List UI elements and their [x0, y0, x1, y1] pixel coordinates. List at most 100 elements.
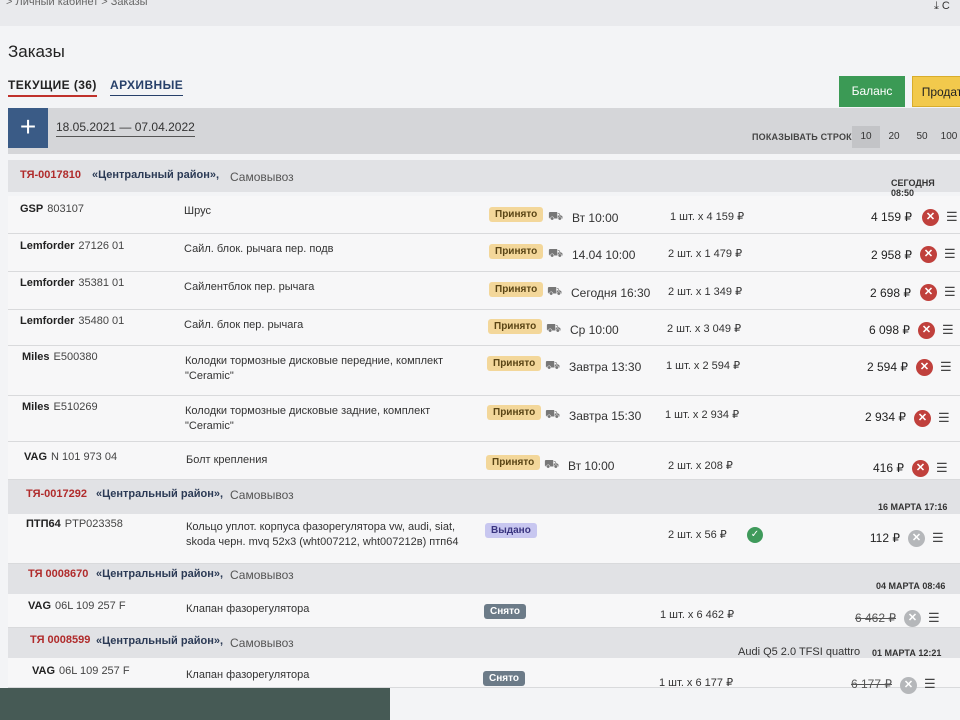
download-icon[interactable]: ⤓ С	[934, 0, 950, 13]
balance-button[interactable]: Баланс	[839, 76, 905, 107]
close-icon: ✕	[908, 530, 925, 547]
truck-icon: ⛟	[546, 321, 562, 335]
background-strip	[0, 688, 390, 720]
order-number[interactable]: ТЯ 0008599	[30, 634, 90, 646]
top-bar: > Личный кабинет > Заказы ⤓ С	[0, 0, 960, 26]
menu-icon[interactable]: ☰	[924, 676, 936, 692]
status-badge: Снято	[484, 604, 526, 619]
truck-icon: ⛟	[545, 407, 561, 421]
delivery-time: Завтра 13:30	[569, 360, 642, 374]
item-name: Кольцо уплот. корпуса фазорегулятора vw,…	[186, 521, 459, 548]
menu-icon[interactable]: ☰	[932, 530, 944, 546]
status-badge: Принято	[488, 319, 543, 334]
table-row[interactable]	[8, 272, 960, 310]
close-icon[interactable]: ✕	[920, 284, 937, 301]
item-price: 6 098 ₽	[869, 323, 910, 337]
truck-icon: ⛟	[548, 246, 564, 260]
item-price: 6 462 ₽	[855, 611, 896, 625]
date-range-picker[interactable]: 18.05.2021 — 07.04.2022	[56, 120, 195, 137]
close-icon[interactable]: ✕	[922, 209, 939, 226]
item-brand: VAG 06L 109 257 F	[32, 665, 130, 677]
order-place: «Центральный район»,	[96, 568, 224, 580]
close-icon[interactable]: ✕	[914, 410, 931, 427]
status-badge: Принято	[489, 282, 544, 297]
table-row[interactable]	[8, 234, 960, 272]
order-date: 01 МАРТА 12:21	[872, 648, 942, 658]
order-pickup: Самовывоз	[230, 568, 294, 582]
order-place: «Центральный район»,	[96, 488, 224, 500]
table-row[interactable]	[8, 442, 960, 480]
table-row[interactable]	[8, 346, 960, 396]
table-row[interactable]	[8, 396, 960, 442]
close-icon[interactable]: ✕	[912, 460, 929, 477]
status-badge: Принято	[489, 207, 544, 222]
item-qty: 1 шт. x 2 594 ₽	[666, 360, 741, 372]
sell-button[interactable]: Продат	[912, 76, 960, 107]
order-number[interactable]: ТЯ 0008670	[28, 568, 88, 580]
tab-current[interactable]: ТЕКУЩИЕ (36)	[8, 78, 97, 97]
item-brand: Lemforder 35381 01	[20, 277, 125, 289]
tab-archive[interactable]: АРХИВНЫЕ	[110, 78, 184, 96]
item-qty: 1 шт. x 4 159 ₽	[670, 211, 745, 223]
add-order-button[interactable]: +	[8, 108, 48, 148]
status-badge: Принято	[489, 244, 544, 259]
page-title: Заказы	[8, 42, 65, 61]
rows-option-50[interactable]: 50	[910, 126, 934, 148]
download-label: С	[941, 0, 950, 12]
order-date: 16 МАРТА 17:16	[878, 502, 948, 512]
item-brand: Miles E500380	[22, 351, 98, 363]
menu-icon[interactable]: ☰	[928, 610, 940, 626]
menu-icon[interactable]: ☰	[938, 410, 950, 426]
item-name: Сайлентблок пер. рычага	[184, 281, 315, 293]
item-name: Клапан фазорегулятора	[186, 603, 310, 615]
menu-icon[interactable]: ☰	[944, 284, 956, 300]
delivery-time: Вт 10:00	[572, 211, 619, 225]
status-badge: Снято	[483, 671, 525, 686]
truck-icon: ⛟	[548, 209, 564, 223]
status-badge: Выдано	[485, 523, 537, 538]
menu-icon[interactable]: ☰	[940, 359, 952, 375]
order-date: СЕГОДНЯ 08:50	[891, 178, 935, 198]
item-price: 416 ₽	[873, 461, 904, 475]
table-row[interactable]	[8, 196, 960, 234]
item-qty: 2 шт. x 3 049 ₽	[667, 323, 742, 335]
delivery-time: 14.04 10:00	[572, 248, 636, 262]
status-badge: Принято	[487, 356, 542, 371]
rows-option-100[interactable]: 100	[938, 126, 960, 148]
order-number[interactable]: ТЯ-0017810	[20, 169, 81, 181]
close-icon[interactable]: ✕	[918, 322, 935, 339]
item-price: 2 594 ₽	[867, 360, 908, 374]
item-qty: 1 шт. x 2 934 ₽	[665, 409, 740, 421]
item-name: Сайл. блок пер. рычага	[184, 319, 304, 331]
order-number[interactable]: ТЯ-0017292	[26, 488, 87, 500]
delivery-time: Сегодня 16:30	[571, 286, 651, 300]
order-pickup: Самовывоз	[230, 636, 294, 650]
menu-icon[interactable]: ☰	[944, 246, 956, 262]
rows-option-10[interactable]: 10	[852, 126, 880, 148]
item-price: 2 958 ₽	[871, 248, 912, 262]
status-badge: Принято	[486, 455, 541, 470]
item-name: Колодки тормозные дисковые передние, ком…	[185, 355, 444, 382]
order-date: 04 МАРТА 08:46	[876, 581, 946, 591]
item-price: 2 934 ₽	[865, 410, 906, 424]
close-icon[interactable]: ✕	[916, 359, 933, 376]
rows-per-page-label: ПОКАЗЫВАТЬ СТРОК:	[752, 132, 856, 142]
breadcrumb[interactable]: > Личный кабинет > Заказы	[6, 0, 148, 8]
rows-option-20[interactable]: 20	[882, 126, 906, 148]
delivery-time: Вт 10:00	[568, 459, 615, 473]
item-name: Шрус	[184, 205, 211, 217]
close-icon[interactable]: ✕	[920, 246, 937, 263]
table-row[interactable]	[8, 514, 960, 564]
truck-icon: ⛟	[547, 284, 563, 298]
table-row[interactable]	[8, 310, 960, 346]
order-place: «Центральный район»,	[92, 169, 220, 181]
item-brand: ПТП64 PTP023358	[26, 518, 123, 530]
item-price: 112 ₽	[869, 531, 900, 545]
item-name: Колодки тормозные дисковые задние, компл…	[185, 405, 431, 432]
menu-icon[interactable]: ☰	[942, 322, 954, 338]
menu-icon[interactable]: ☰	[936, 460, 948, 476]
item-qty: 2 шт. x 1 349 ₽	[668, 286, 743, 298]
item-brand: VAG N 101 973 04	[24, 451, 118, 463]
item-brand: Lemforder 27126 01	[20, 240, 125, 252]
menu-icon[interactable]: ☰	[946, 209, 958, 225]
